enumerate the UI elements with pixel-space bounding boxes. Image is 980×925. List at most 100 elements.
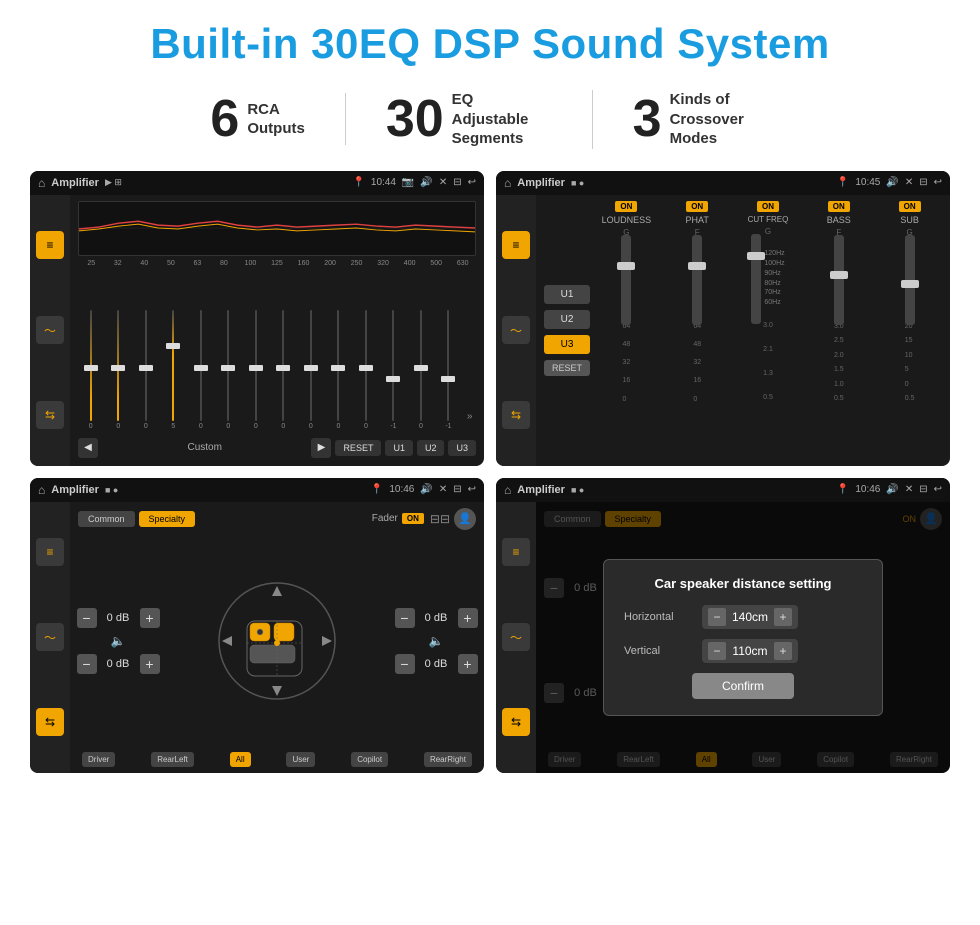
bass-fader[interactable] bbox=[834, 240, 844, 320]
fader-col-1[interactable]: 0 bbox=[78, 310, 104, 430]
screen2-header-icons: 📍 10:45 🔊 ✕ ⊟ ↩ bbox=[837, 177, 942, 188]
close-icon-4[interactable]: ✕ bbox=[905, 484, 913, 495]
dialog-arrows-icon[interactable]: ⇆ bbox=[502, 708, 530, 736]
amp-u2-button[interactable]: U2 bbox=[544, 310, 590, 329]
screen2-app-name: Amplifier bbox=[517, 177, 565, 189]
loudness-toggle[interactable]: ON bbox=[615, 201, 637, 212]
db-minus-br[interactable]: − bbox=[395, 654, 415, 674]
fader-col-13[interactable]: 0 bbox=[408, 310, 434, 430]
tab-specialty[interactable]: Specialty bbox=[139, 511, 196, 527]
home-icon[interactable]: ⌂ bbox=[38, 176, 45, 190]
amp-u1-button[interactable]: U1 bbox=[544, 285, 590, 304]
sub-fader[interactable] bbox=[905, 240, 915, 320]
fader-col-11[interactable]: 0 bbox=[353, 310, 379, 430]
fader-col-7[interactable]: 0 bbox=[243, 310, 269, 430]
fader-col-5[interactable]: 0 bbox=[188, 310, 214, 430]
db-plus-tl[interactable]: + bbox=[140, 608, 160, 628]
back-icon-3[interactable]: ↩ bbox=[468, 484, 476, 495]
home-icon-2[interactable]: ⌂ bbox=[504, 176, 511, 190]
fader-arrows-icon[interactable]: ⇆ bbox=[36, 708, 64, 736]
close-icon-2[interactable]: ✕ bbox=[905, 177, 913, 188]
amp-arrows-icon[interactable]: ⇆ bbox=[502, 401, 530, 429]
pos-driver[interactable]: Driver bbox=[82, 752, 115, 767]
amp-reset-button[interactable]: RESET bbox=[544, 360, 590, 376]
fader-col-14[interactable]: -1 bbox=[436, 310, 462, 430]
eq-icon[interactable]: ≡ bbox=[36, 231, 64, 259]
close-icon[interactable]: ✕ bbox=[439, 177, 447, 188]
fader-col-8[interactable]: 0 bbox=[271, 310, 297, 430]
window-icon-4[interactable]: ⊟ bbox=[919, 484, 927, 495]
fader-col-12[interactable]: -1 bbox=[381, 310, 407, 430]
db-minus-bl[interactable]: − bbox=[77, 654, 97, 674]
eq-next-button[interactable]: ▶ bbox=[311, 438, 331, 458]
pos-user[interactable]: User bbox=[286, 752, 315, 767]
close-icon-3[interactable]: ✕ bbox=[439, 484, 447, 495]
fader-col-4[interactable]: 5 bbox=[161, 310, 187, 430]
db-plus-bl[interactable]: + bbox=[140, 654, 160, 674]
db-plus-br[interactable]: + bbox=[458, 654, 478, 674]
arrows-icon[interactable]: ⇆ bbox=[36, 401, 64, 429]
screen1-header-icons: 📍 10:44 📷 🔊 ✕ ⊟ ↩ bbox=[352, 177, 476, 188]
db-plus-tr[interactable]: + bbox=[458, 608, 478, 628]
fader-col-2[interactable]: 0 bbox=[106, 310, 132, 430]
horizontal-plus-button[interactable]: + bbox=[774, 608, 792, 626]
horizontal-label: Horizontal bbox=[624, 611, 694, 623]
cutfreq-toggle[interactable]: ON bbox=[757, 201, 779, 212]
fader-on-badge[interactable]: ON bbox=[402, 513, 424, 524]
loudness-fader[interactable] bbox=[621, 240, 631, 320]
screens-grid: ⌂ Amplifier ▶ ⊞ 📍 10:44 📷 🔊 ✕ ⊟ ↩ ≡ 〜 ⇆ bbox=[30, 171, 950, 773]
fader-slider-icon[interactable]: ⊟⊟ bbox=[430, 512, 450, 526]
confirm-button[interactable]: Confirm bbox=[692, 673, 794, 699]
stat-item-crossover: 3 Kinds ofCrossover Modes bbox=[593, 90, 810, 149]
fader-label: Fader bbox=[372, 513, 398, 524]
wave-icon[interactable]: 〜 bbox=[36, 316, 64, 344]
speaker-icon-4: 🔊 bbox=[886, 484, 898, 495]
dialog-eq-icon[interactable]: ≡ bbox=[502, 538, 530, 566]
pos-rearleft[interactable]: RearLeft bbox=[151, 752, 194, 767]
home-icon-4[interactable]: ⌂ bbox=[504, 483, 511, 497]
fader-col-10[interactable]: 0 bbox=[326, 310, 352, 430]
fader-wave-icon[interactable]: 〜 bbox=[36, 623, 64, 651]
person-icon[interactable]: 👤 bbox=[454, 508, 476, 530]
db-minus-tr[interactable]: − bbox=[395, 608, 415, 628]
eq-u2-button[interactable]: U2 bbox=[417, 440, 445, 456]
db-minus-tl[interactable]: − bbox=[77, 608, 97, 628]
vertical-input-group: − 110cm + bbox=[702, 639, 798, 663]
window-icon[interactable]: ⊟ bbox=[453, 177, 461, 188]
cutfreq-fader[interactable]: 120Hz100Hz90Hz80Hz70Hz60Hz bbox=[751, 239, 784, 319]
eq-prev-button[interactable]: ◀ bbox=[78, 438, 98, 458]
back-icon-2[interactable]: ↩ bbox=[934, 177, 942, 188]
fader-col-3[interactable]: 0 bbox=[133, 310, 159, 430]
vertical-minus-button[interactable]: − bbox=[708, 642, 726, 660]
horizontal-minus-button[interactable]: − bbox=[708, 608, 726, 626]
fader-col-6[interactable]: 0 bbox=[216, 310, 242, 430]
speaker-icon-right: 🔈 bbox=[429, 634, 444, 648]
eq-reset-button[interactable]: RESET bbox=[335, 440, 381, 456]
eq-u3-button[interactable]: U3 bbox=[448, 440, 476, 456]
vertical-plus-button[interactable]: + bbox=[774, 642, 792, 660]
fader-center bbox=[164, 536, 390, 746]
amp-eq-icon[interactable]: ≡ bbox=[502, 231, 530, 259]
fader-eq-icon[interactable]: ≡ bbox=[36, 538, 64, 566]
amp-wave-icon[interactable]: 〜 bbox=[502, 316, 530, 344]
dialog-wave-icon[interactable]: 〜 bbox=[502, 623, 530, 651]
sub-toggle[interactable]: ON bbox=[899, 201, 921, 212]
pos-all[interactable]: All bbox=[230, 752, 251, 767]
screen2-icons: ■ ● bbox=[571, 178, 584, 188]
phat-toggle[interactable]: ON bbox=[686, 201, 708, 212]
eq-u1-button[interactable]: U1 bbox=[385, 440, 413, 456]
fader-col-9[interactable]: 0 bbox=[298, 310, 324, 430]
fader-col-15[interactable]: » bbox=[463, 310, 476, 430]
pos-copilot[interactable]: Copilot bbox=[351, 752, 388, 767]
phat-fader[interactable] bbox=[692, 240, 702, 320]
pos-rearright[interactable]: RearRight bbox=[424, 752, 472, 767]
tab-common[interactable]: Common bbox=[78, 511, 135, 527]
amp-u3-button[interactable]: U3 bbox=[544, 335, 590, 354]
home-icon-3[interactable]: ⌂ bbox=[38, 483, 45, 497]
eq-custom-label: Custom bbox=[102, 442, 307, 453]
window-icon-2[interactable]: ⊟ bbox=[919, 177, 927, 188]
back-icon[interactable]: ↩ bbox=[468, 177, 476, 188]
bass-toggle[interactable]: ON bbox=[828, 201, 850, 212]
window-icon-3[interactable]: ⊟ bbox=[453, 484, 461, 495]
back-icon-4[interactable]: ↩ bbox=[934, 484, 942, 495]
